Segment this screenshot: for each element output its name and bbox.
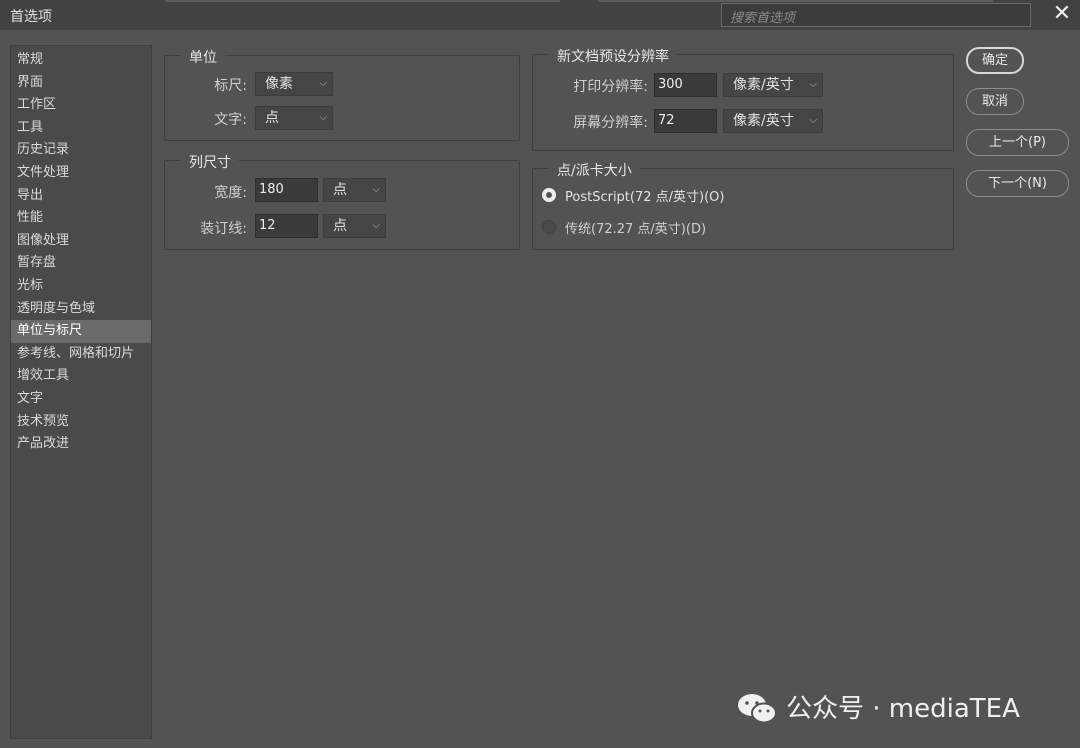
sidebar-item-tech-preview[interactable]: 技术预览: [11, 411, 151, 434]
sidebar-item-units-rulers[interactable]: 单位与标尺: [11, 320, 151, 343]
sidebar-item-scratch-disks[interactable]: 暂存盘: [11, 252, 151, 275]
sidebar-item-interface[interactable]: 界面: [11, 72, 151, 95]
close-icon[interactable]: ✕: [1050, 2, 1074, 26]
postscript-radio-label: PostScript(72 点/英寸)(O): [565, 190, 725, 205]
column-width-unit-select[interactable]: 点 ⌵: [323, 178, 386, 202]
units-group: 单位 标尺: 像素 ⌵ 文字: 点 ⌵: [164, 47, 520, 141]
new-doc-resolution-title: 新文档预设分辨率: [549, 46, 677, 66]
sidebar-item-guides-grid[interactable]: 参考线、网格和切片: [11, 343, 151, 366]
screen-resolution-label: 屏幕分辨率:: [573, 115, 648, 131]
search-input[interactable]: 搜索首选项: [721, 3, 1031, 27]
new-doc-resolution-group: 新文档预设分辨率 打印分辨率: 300 像素/英寸 ⌵ 屏幕分辨率: 72 像素…: [532, 46, 954, 151]
chevron-down-icon: ⌵: [319, 78, 327, 89]
sidebar: 常规 界面 工作区 工具 历史记录 文件处理 导出 性能 图像处理 暂存盘 光标…: [10, 45, 152, 739]
point-pica-group: 点/派卡大小 PostScript(72 点/英寸)(O) 传统(72.27 点…: [532, 160, 954, 250]
sidebar-item-file-handling[interactable]: 文件处理: [11, 162, 151, 185]
traditional-radio-label: 传统(72.27 点/英寸)(D): [565, 222, 707, 237]
postscript-radio[interactable]: [542, 188, 556, 202]
gutter-unit-value: 点: [333, 218, 347, 234]
sidebar-item-history[interactable]: 历史记录: [11, 139, 151, 162]
gutter-field[interactable]: 12: [255, 214, 318, 238]
postscript-radio-option[interactable]: PostScript(72 点/英寸)(O): [542, 186, 725, 205]
column-width-unit-value: 点: [333, 182, 347, 198]
traditional-radio-option[interactable]: 传统(72.27 点/英寸)(D): [542, 218, 707, 237]
sidebar-item-workspace[interactable]: 工作区: [11, 94, 151, 117]
print-resolution-unit-value: 像素/英寸: [733, 77, 794, 93]
previous-button[interactable]: 上一个(P): [966, 129, 1069, 156]
sidebar-item-product-improvement[interactable]: 产品改进: [11, 433, 151, 456]
next-button[interactable]: 下一个(N): [966, 170, 1069, 197]
cancel-button[interactable]: 取消: [966, 88, 1024, 115]
column-width-field[interactable]: 180: [255, 178, 318, 202]
sidebar-item-general[interactable]: 常规: [11, 49, 151, 72]
type-unit-value: 点: [265, 110, 279, 126]
point-pica-title: 点/派卡大小: [549, 160, 640, 180]
screen-resolution-field[interactable]: 72: [654, 109, 717, 133]
ruler-label: 标尺:: [214, 78, 247, 94]
chevron-down-icon: ⌵: [319, 112, 327, 123]
ok-button[interactable]: 确定: [966, 47, 1024, 74]
chevron-down-icon: ⌵: [809, 79, 817, 90]
traditional-radio[interactable]: [542, 220, 556, 234]
sidebar-item-cursors[interactable]: 光标: [11, 275, 151, 298]
title-bar: 首选项 搜索首选项 ✕: [0, 0, 1080, 30]
column-size-group-title: 列尺寸: [181, 152, 239, 172]
print-resolution-label: 打印分辨率:: [573, 79, 648, 95]
type-unit-label: 文字:: [214, 112, 247, 128]
sidebar-item-plugins[interactable]: 增效工具: [11, 365, 151, 388]
watermark-text: 公众号 · mediaTEA: [786, 694, 1020, 724]
chevron-down-icon: ⌵: [372, 220, 380, 231]
sidebar-item-tools[interactable]: 工具: [11, 117, 151, 140]
sidebar-item-transparency[interactable]: 透明度与色域: [11, 298, 151, 321]
gutter-label: 装订线:: [200, 221, 247, 237]
ruler-unit-value: 像素: [265, 76, 293, 92]
column-size-group: 列尺寸 宽度: 180 点 ⌵ 装订线: 12 点 ⌵: [164, 152, 520, 250]
screen-resolution-unit-select[interactable]: 像素/英寸 ⌵: [723, 109, 823, 133]
print-resolution-unit-select[interactable]: 像素/英寸 ⌵: [723, 73, 823, 97]
sidebar-item-image-processing[interactable]: 图像处理: [11, 230, 151, 253]
column-width-label: 宽度:: [214, 185, 247, 201]
units-group-title: 单位: [181, 47, 225, 67]
ruler-unit-select[interactable]: 像素 ⌵: [255, 72, 333, 96]
gutter-unit-select[interactable]: 点 ⌵: [323, 214, 386, 238]
sidebar-item-type[interactable]: 文字: [11, 388, 151, 411]
type-unit-select[interactable]: 点 ⌵: [255, 106, 333, 130]
screen-resolution-unit-value: 像素/英寸: [733, 113, 794, 129]
title-bar-divider: [165, 0, 560, 2]
window-title: 首选项: [10, 9, 52, 25]
chevron-down-icon: ⌵: [809, 115, 817, 126]
print-resolution-field[interactable]: 300: [654, 73, 717, 97]
chevron-down-icon: ⌵: [372, 184, 380, 195]
sidebar-item-export[interactable]: 导出: [11, 185, 151, 208]
sidebar-item-performance[interactable]: 性能: [11, 207, 151, 230]
title-bar-divider: [598, 0, 993, 2]
wechat-icon: [738, 694, 777, 724]
